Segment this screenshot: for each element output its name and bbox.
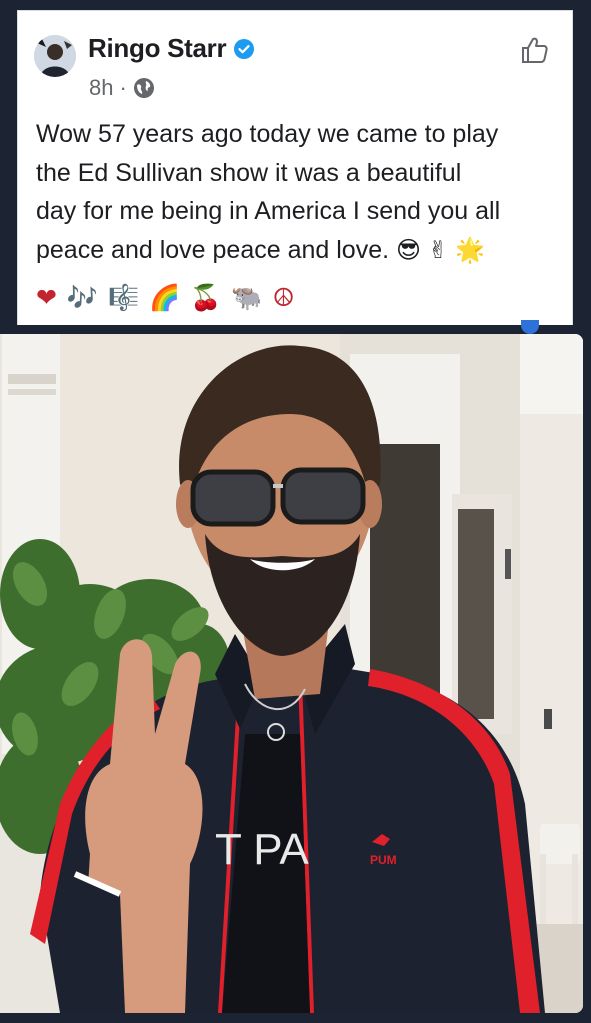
verified-badge-icon [234, 38, 255, 59]
post-photo[interactable]: T PA PUM [0, 334, 583, 1013]
post-text-line: day for me being in America I send you a… [36, 197, 501, 225]
post-card: Ringo Starr 8h · Wow 57 years ago today … [17, 10, 573, 325]
glowing-star-emoji: 🌟 [455, 235, 485, 264]
post-text-line: peace and love peace and love. 😎 ✌ 🌟 [36, 231, 561, 270]
victory-hand-emoji: ✌ [428, 235, 449, 264]
brand-text: PUM [370, 853, 397, 867]
post-text-line: the Ed Sullivan show it was a beautiful [36, 158, 462, 187]
thumbs-up-icon[interactable] [520, 35, 550, 65]
red-heart-emoji: ❤ [36, 283, 57, 312]
musical-notes-emoji: 🎶 [66, 283, 99, 312]
sunglasses-emoji: 😎 [396, 235, 422, 264]
emoji-line: ❤ 🎶 🎼 🌈 🍒 🐃 ☮ [36, 283, 297, 313]
avatar[interactable] [34, 35, 76, 77]
post-meta: 8h · [89, 75, 155, 101]
screen: Ringo Starr 8h · Wow 57 years ago today … [0, 0, 591, 1023]
shirt-text: T PA [215, 825, 309, 874]
author-name[interactable]: Ringo Starr [88, 33, 227, 64]
post-time[interactable]: 8h [89, 75, 113, 101]
rainbow-emoji: 🌈 [149, 283, 181, 312]
cherries-emoji: 🍒 [190, 283, 222, 312]
post-text-line: Wow 57 years ago today we came to play [36, 120, 499, 148]
peace-symbol-emoji: ☮ [272, 283, 295, 312]
post-text-line-4: peace and love peace and love. [36, 235, 390, 264]
musical-score-emoji: 🎼 [108, 283, 140, 312]
water-buffalo-emoji: 🐃 [231, 283, 263, 312]
author-row: Ringo Starr [88, 33, 255, 64]
globe-icon [133, 78, 154, 98]
post-text: Wow 57 years ago today we came to play t… [36, 115, 561, 269]
meta-separator: · [119, 75, 127, 100]
